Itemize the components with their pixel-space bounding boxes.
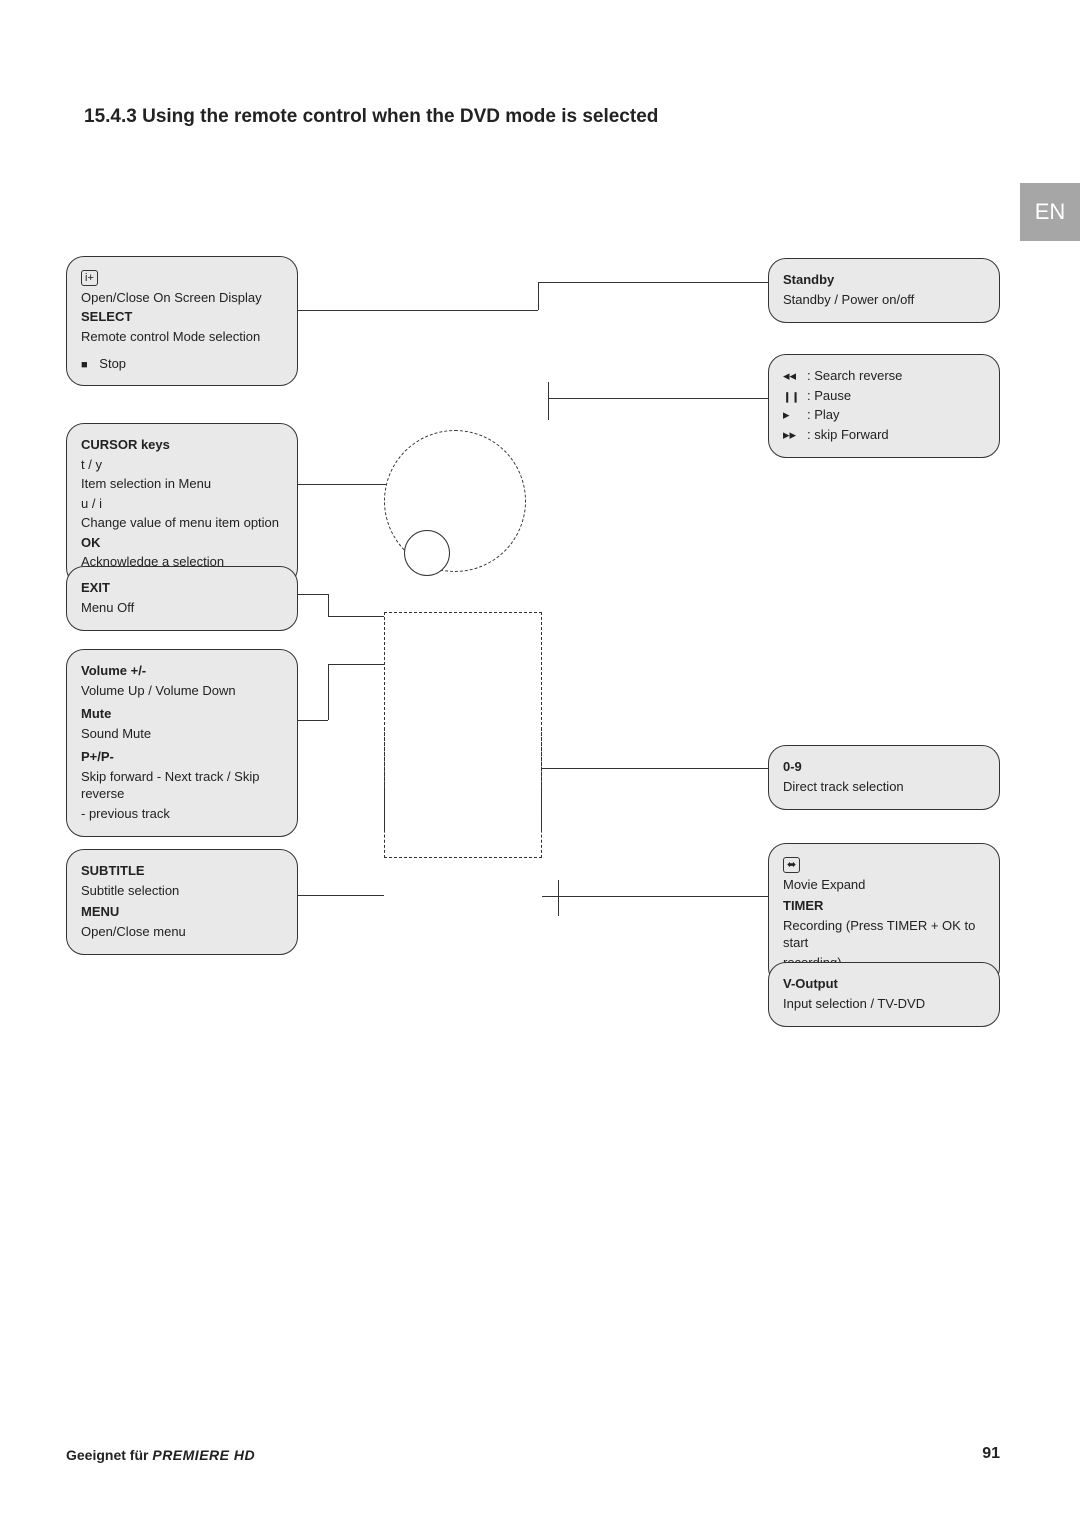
prog-desc1: Skip forward - Next track / Skip reverse xyxy=(81,768,283,803)
connector xyxy=(298,484,386,485)
digits-desc: Direct track selection xyxy=(783,778,985,796)
callout-volume: Volume +/- Volume Up / Volume Down Mute … xyxy=(66,649,298,837)
callout-cursor: CURSOR keys t / y Item selection in Menu… xyxy=(66,423,298,586)
osd-desc: Open/Close On Screen Display xyxy=(81,289,283,307)
select-desc: Remote control Mode selection xyxy=(81,328,283,346)
remote-body-outline-lower xyxy=(384,728,542,858)
connector xyxy=(328,664,384,665)
connector xyxy=(298,720,328,721)
mute-desc: Sound Mute xyxy=(81,725,283,743)
remote-ok-circle xyxy=(404,530,450,576)
standby-desc: Standby / Power on/off xyxy=(783,291,985,309)
select-heading: SELECT xyxy=(81,308,283,326)
connector xyxy=(558,880,559,916)
connector xyxy=(298,310,538,311)
mute-heading: Mute xyxy=(81,705,283,723)
vout-desc: Input selection / TV-DVD xyxy=(783,995,985,1013)
callout-standby: Standby Standby / Power on/off xyxy=(768,258,1000,323)
standby-heading: Standby xyxy=(783,271,985,289)
pause-desc: : Pause xyxy=(807,388,851,403)
expand-icon: ⬌ xyxy=(783,857,800,873)
digits-heading: 0-9 xyxy=(783,758,985,776)
callout-exit: EXIT Menu Off xyxy=(66,566,298,631)
callout-subtitle: SUBTITLE Subtitle selection MENU Open/Cl… xyxy=(66,849,298,955)
menu-desc: Open/Close menu xyxy=(81,923,283,941)
rev-desc: : Search reverse xyxy=(807,368,902,383)
info-icon: i+ xyxy=(81,270,98,286)
timer-desc1: Recording (Press TIMER + OK to start xyxy=(783,917,985,952)
cursor-change: Change value of menu item option xyxy=(81,514,283,532)
subtitle-desc: Subtitle selection xyxy=(81,882,283,900)
cursor-ui: u / i xyxy=(81,495,283,513)
section-heading: 15.4.3 Using the remote control when the… xyxy=(84,106,658,128)
exit-heading: EXIT xyxy=(81,579,283,597)
vol-desc: Volume Up / Volume Down xyxy=(81,682,283,700)
connector xyxy=(548,398,768,399)
cursor-item-sel: Item selection in Menu xyxy=(81,475,283,493)
pause-icon: ❙❙ xyxy=(783,391,807,405)
fwd-desc: : skip Forward xyxy=(807,427,889,442)
cursor-heading: CURSOR keys xyxy=(81,436,283,454)
movex-desc: Movie Expand xyxy=(783,876,985,894)
play-desc: : Play xyxy=(807,407,840,422)
connector xyxy=(328,594,329,616)
exit-desc: Menu Off xyxy=(81,599,283,617)
vol-heading: Volume +/- xyxy=(81,662,283,680)
footer-pretext: Geeignet für xyxy=(66,1447,152,1463)
forward-icon: ▸▸ xyxy=(783,426,807,444)
subtitle-heading: SUBTITLE xyxy=(81,862,283,880)
vout-heading: V-Output xyxy=(783,975,985,993)
prog-heading: P+/P- xyxy=(81,748,283,766)
callout-osd: i+ Open/Close On Screen Display SELECT R… xyxy=(66,256,298,386)
timer-heading: TIMER xyxy=(783,897,985,915)
prog-desc2: - previous track xyxy=(81,805,283,823)
connector xyxy=(328,664,329,720)
connector xyxy=(298,594,328,595)
play-icon: ▸ xyxy=(783,406,807,424)
cursor-ty: t / y xyxy=(81,456,283,474)
language-tab: EN xyxy=(1020,183,1080,241)
stop-desc: Stop xyxy=(99,356,126,371)
connector xyxy=(548,382,549,420)
menu-heading: MENU xyxy=(81,903,283,921)
connector xyxy=(538,282,539,310)
brand-logo-text: PREMIERE HD xyxy=(152,1447,255,1463)
stop-icon: ■ xyxy=(81,359,88,371)
connector xyxy=(542,896,768,897)
callout-digits: 0-9 Direct track selection xyxy=(768,745,1000,810)
connector xyxy=(542,768,768,769)
connector xyxy=(538,282,768,283)
connector xyxy=(298,895,384,896)
footer-brand: Geeignet für PREMIERE HD xyxy=(66,1447,255,1463)
page-number: 91 xyxy=(982,1445,1000,1463)
connector xyxy=(328,616,384,617)
callout-voutput: V-Output Input selection / TV-DVD xyxy=(768,962,1000,1027)
callout-playback: ◂◂: Search reverse ❙❙: Pause ▸: Play ▸▸:… xyxy=(768,354,1000,458)
rewind-icon: ◂◂ xyxy=(783,367,807,385)
ok-heading: OK xyxy=(81,534,283,552)
